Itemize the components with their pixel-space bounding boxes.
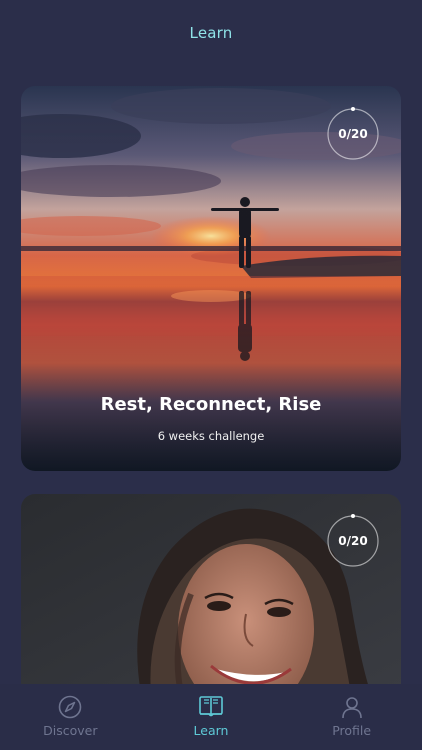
tab-discover[interactable]: Discover: [10, 694, 130, 738]
course-card-rest-reconnect-rise[interactable]: 0/20 Rest, Reconnect, Rise 6 weeks chall…: [21, 86, 401, 471]
page-title: Learn: [189, 24, 233, 42]
progress-count: 0/20: [338, 534, 368, 548]
course-card-portrait[interactable]: 0/20: [21, 494, 401, 694]
tab-label: Profile: [332, 723, 372, 738]
header: Learn: [0, 0, 422, 66]
progress-ring: 0/20: [326, 514, 380, 568]
card-title: Rest, Reconnect, Rise: [100, 394, 322, 415]
tab-profile[interactable]: Profile: [292, 694, 412, 738]
tab-label: Discover: [43, 723, 98, 738]
tab-label: Learn: [193, 723, 229, 738]
book-icon: [199, 696, 223, 717]
tab-learn[interactable]: Learn: [151, 694, 271, 738]
person-icon: [341, 697, 362, 719]
bottom-tab-bar: Discover Learn Profile: [0, 684, 422, 750]
compass-icon: [59, 695, 82, 719]
card-subtitle: 6 weeks challenge: [157, 429, 265, 443]
progress-ring: 0/20: [326, 107, 380, 161]
progress-count: 0/20: [338, 127, 368, 141]
learn-screen: Learn 0/20 Rest, Reconnect, Rise 6 weeks…: [0, 0, 422, 750]
